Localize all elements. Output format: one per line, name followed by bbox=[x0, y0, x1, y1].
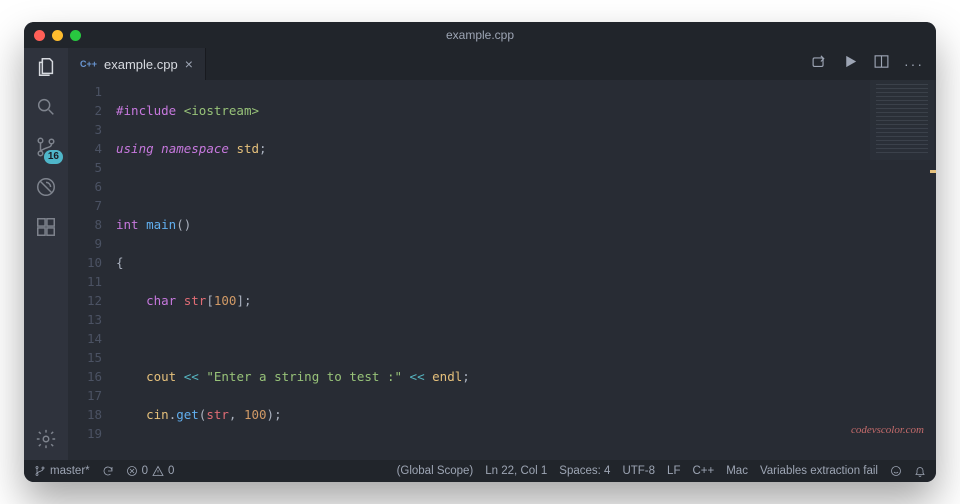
status-branch[interactable]: master* bbox=[34, 465, 90, 477]
activity-bar: 16 bbox=[24, 48, 68, 460]
sync-icon bbox=[102, 465, 114, 477]
smile-icon bbox=[890, 465, 902, 477]
status-bar: master* 0 0 (Global Scope) Ln 22, Col 1 … bbox=[24, 460, 936, 482]
extensions-button[interactable] bbox=[33, 214, 59, 240]
status-sync[interactable] bbox=[102, 465, 114, 477]
tab-example-cpp[interactable]: C++ example.cpp × bbox=[68, 48, 206, 80]
explorer-button[interactable] bbox=[33, 54, 59, 80]
status-os[interactable]: Mac bbox=[726, 465, 748, 477]
run-button[interactable] bbox=[842, 53, 859, 75]
tab-close-icon[interactable]: × bbox=[185, 56, 193, 72]
status-eol[interactable]: LF bbox=[667, 465, 680, 477]
editor-window: example.cpp 16 bbox=[24, 22, 936, 482]
status-notifications[interactable] bbox=[914, 465, 926, 477]
search-button[interactable] bbox=[33, 94, 59, 120]
editor-actions: ··· bbox=[811, 48, 936, 80]
debug-button[interactable] bbox=[33, 174, 59, 200]
find-icon bbox=[811, 53, 828, 70]
more-actions-button[interactable]: ··· bbox=[904, 56, 924, 72]
editor-area: C++ example.cpp × ··· bbox=[68, 48, 936, 460]
bug-icon bbox=[35, 176, 57, 198]
split-editor-button[interactable] bbox=[873, 53, 890, 75]
gear-icon bbox=[35, 428, 57, 450]
extensions-icon bbox=[35, 216, 57, 238]
code-editor[interactable]: 12345678910111213141516171819 #include <… bbox=[68, 80, 936, 460]
settings-button[interactable] bbox=[33, 426, 59, 452]
window-title: example.cpp bbox=[24, 28, 936, 42]
status-spaces[interactable]: Spaces: 4 bbox=[559, 465, 610, 477]
close-window-button[interactable] bbox=[34, 30, 45, 41]
watermark: codevscolor.com bbox=[851, 424, 924, 436]
traffic-lights bbox=[34, 30, 81, 41]
search-icon bbox=[35, 96, 57, 118]
overview-marker bbox=[930, 170, 936, 173]
play-icon bbox=[842, 53, 859, 70]
tab-bar: C++ example.cpp × ··· bbox=[68, 48, 936, 80]
status-scope[interactable]: (Global Scope) bbox=[397, 465, 474, 477]
minimap[interactable] bbox=[870, 80, 934, 160]
titlebar: example.cpp bbox=[24, 22, 936, 48]
source-control-button[interactable]: 16 bbox=[33, 134, 59, 160]
minimize-window-button[interactable] bbox=[52, 30, 63, 41]
maximize-window-button[interactable] bbox=[70, 30, 81, 41]
code-content[interactable]: #include <iostream> using namespace std;… bbox=[116, 80, 936, 460]
tab-language-badge: C++ bbox=[80, 59, 97, 69]
status-feedback[interactable] bbox=[890, 465, 902, 477]
find-replace-button[interactable] bbox=[811, 53, 828, 75]
status-encoding[interactable]: UTF-8 bbox=[622, 465, 655, 477]
status-position[interactable]: Ln 22, Col 1 bbox=[485, 465, 547, 477]
window-body: 16 C++ example.cpp × bbox=[24, 48, 936, 460]
status-language[interactable]: C++ bbox=[692, 465, 714, 477]
bell-icon bbox=[914, 465, 926, 477]
scm-badge: 16 bbox=[44, 150, 63, 164]
error-icon bbox=[126, 465, 138, 477]
status-problems[interactable]: 0 0 bbox=[126, 465, 175, 477]
split-icon bbox=[873, 53, 890, 70]
files-icon bbox=[35, 56, 57, 78]
line-numbers: 12345678910111213141516171819 bbox=[68, 80, 116, 460]
branch-icon bbox=[34, 465, 46, 477]
tab-filename: example.cpp bbox=[104, 57, 178, 72]
warning-icon bbox=[152, 465, 164, 477]
status-message[interactable]: Variables extraction fail bbox=[760, 465, 878, 477]
